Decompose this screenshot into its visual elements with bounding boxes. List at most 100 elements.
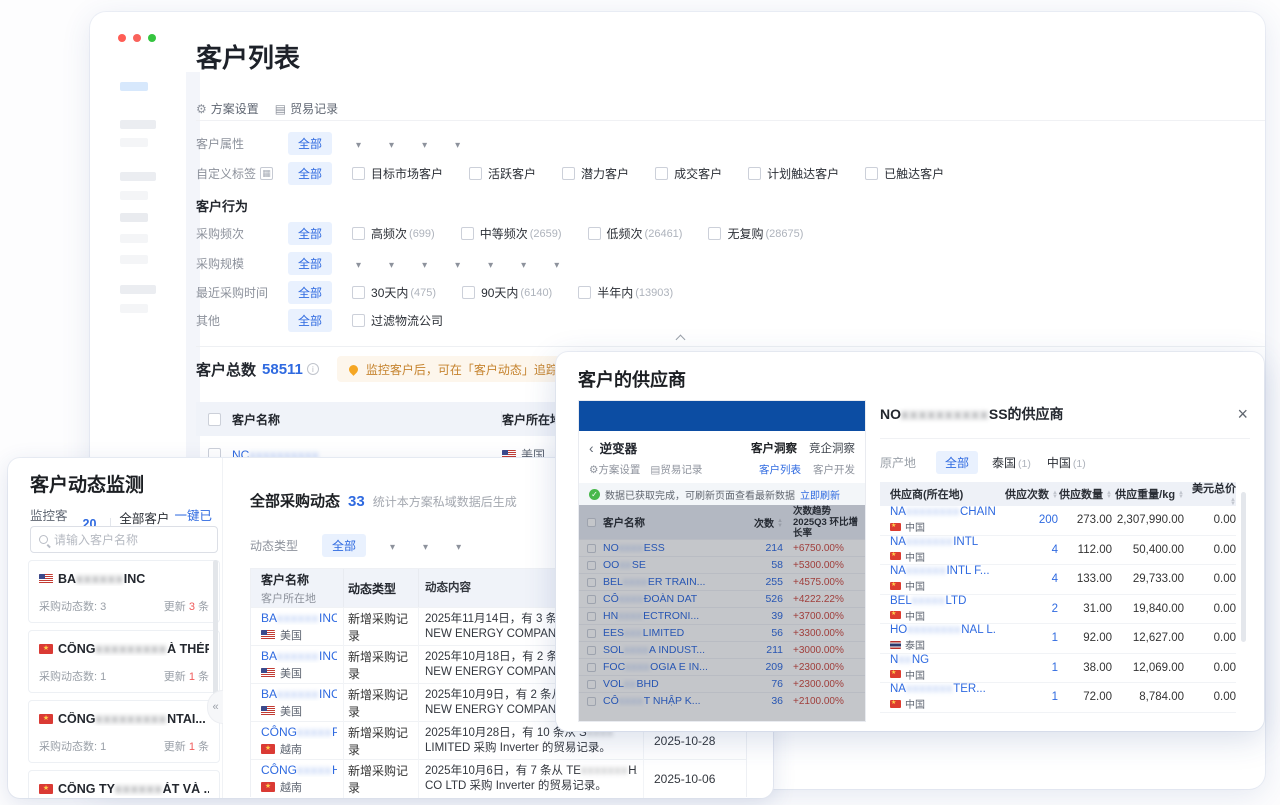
supply-times[interactable]: 4 bbox=[996, 573, 1058, 585]
customer-name-link[interactable]: CÔxxxxT NHẬP K... bbox=[603, 695, 737, 707]
checkbox-icon[interactable] bbox=[748, 167, 762, 180]
loyalty-dropdown[interactable] bbox=[352, 137, 361, 151]
inset-customer-row[interactable]: BELxxxxER TRAIN... 255 +4575.00% bbox=[579, 573, 865, 590]
customer-name-link[interactable]: BELxxxxER TRAIN... bbox=[603, 576, 737, 588]
tab-competitor-insight[interactable]: 竞企洞察 bbox=[809, 440, 855, 456]
supplier-table-row[interactable]: NAxxxxxxxTER... 中国 1 72.00 8,784.00 0.00 bbox=[880, 683, 1236, 713]
scale-dropdown[interactable] bbox=[385, 257, 394, 271]
minimize-window-icon[interactable] bbox=[133, 34, 141, 42]
inset-customer-row[interactable]: EESxxxLIMITED 56 +3300.00% bbox=[579, 624, 865, 641]
scale-dropdown[interactable] bbox=[451, 257, 460, 271]
refresh-now-link[interactable]: 立即刷新 bbox=[800, 487, 840, 502]
origin-tab[interactable]: 泰国 (1) bbox=[992, 454, 1031, 471]
supply-times[interactable]: 4 bbox=[996, 544, 1058, 556]
checkbox-icon[interactable] bbox=[655, 167, 669, 180]
close-window-icon[interactable] bbox=[118, 34, 126, 42]
scale-dropdown[interactable] bbox=[418, 257, 427, 271]
inset-customer-row[interactable]: CÔxxxxT NHẬP K... 36 +2100.00% bbox=[579, 692, 865, 709]
select-all-checkbox[interactable] bbox=[207, 412, 221, 426]
row-checkbox[interactable] bbox=[586, 628, 596, 638]
sidebar-item[interactable] bbox=[120, 213, 148, 222]
back-icon[interactable]: ‹ bbox=[589, 440, 594, 456]
loyalty-dropdown[interactable] bbox=[451, 137, 460, 151]
all-filter-pill[interactable]: 全部 bbox=[288, 252, 333, 275]
all-filter-pill[interactable]: 全部 bbox=[288, 132, 333, 155]
frequency-checkbox[interactable]: 高频次 (699) bbox=[352, 225, 435, 242]
trade-records-button[interactable]: ▤贸易记录 bbox=[650, 462, 702, 477]
customer-name-link[interactable]: HNxxxxECTRONI... bbox=[603, 610, 737, 622]
scale-dropdown[interactable] bbox=[517, 257, 526, 271]
checkbox-icon[interactable] bbox=[460, 227, 474, 240]
sidebar-item[interactable] bbox=[120, 255, 148, 264]
dynamics-table-row[interactable]: CÔNGxxxxxH C... 越南 新增采购记录 2025年10月6日，有 7… bbox=[251, 759, 746, 798]
subtab-customer-list[interactable]: 客户列表 bbox=[759, 462, 801, 477]
monitored-customer-card[interactable]: BA xxxxxx INC 采购动态数: 3 更新 3 条 bbox=[28, 560, 220, 623]
recent-checkbox[interactable]: 90天内 (6140) bbox=[462, 284, 552, 301]
all-filter-pill[interactable]: 全部 bbox=[288, 309, 333, 332]
checkbox-icon[interactable] bbox=[462, 286, 476, 299]
monitored-customer-card[interactable]: CÔNG TYxxxxxxÁT VÀ ... 采购动态数: 2 更新 2 条 bbox=[28, 770, 220, 798]
customer-name-link[interactable]: EESxxxLIMITED bbox=[603, 627, 737, 639]
supplier-name-link[interactable]: NAxxxxxxxxCHAIN bbox=[890, 506, 996, 518]
inset-customer-row[interactable]: FOCxxxxOGIA E IN... 209 +2300.00% bbox=[579, 658, 865, 675]
dynamics-type-dropdown[interactable] bbox=[419, 539, 428, 553]
customer-name-link[interactable]: BAxxxxxxINC bbox=[261, 649, 337, 663]
checkbox-icon[interactable] bbox=[587, 227, 601, 240]
origin-all-pill[interactable]: 全部 bbox=[936, 451, 979, 474]
customer-name-link[interactable]: SOLxxxxA INDUST... bbox=[603, 644, 737, 656]
sidebar-item[interactable] bbox=[120, 234, 148, 243]
monitored-customer-card[interactable]: CÔNGxxxxxxxxxÀ THÉP ... 采购动态数: 1 更新 1 条 bbox=[28, 630, 220, 693]
supplier-table-row[interactable]: HOxxxxxxxxNAL L... 泰国 1 92.00 12,627.00 … bbox=[880, 624, 1236, 654]
tag-checkbox[interactable]: 成交客户 bbox=[655, 165, 722, 182]
maximize-window-icon[interactable] bbox=[148, 34, 156, 42]
frequency-checkbox[interactable]: 中等频次 (2659) bbox=[460, 225, 562, 242]
other-checkbox[interactable]: 过滤物流公司 bbox=[352, 312, 443, 329]
supplier-name-link[interactable]: BELxxxxxLTD bbox=[890, 595, 966, 607]
close-icon[interactable]: × bbox=[1235, 405, 1250, 423]
checkbox-icon[interactable] bbox=[469, 167, 483, 180]
supply-times[interactable]: 1 bbox=[996, 632, 1058, 644]
info-icon[interactable]: i bbox=[306, 363, 319, 375]
tag-checkbox[interactable]: 潜力客户 bbox=[562, 165, 629, 182]
manage-tags-icon[interactable]: ▦ bbox=[260, 167, 274, 180]
row-checkbox[interactable] bbox=[586, 662, 596, 672]
supply-times[interactable]: 200 bbox=[996, 514, 1058, 526]
sidebar-item[interactable] bbox=[120, 172, 156, 181]
window-controls[interactable] bbox=[118, 34, 156, 42]
row-checkbox[interactable] bbox=[586, 645, 596, 655]
supplier-table-row[interactable]: BELxxxxxLTD 中国 2 31.00 19,840.00 0.00 bbox=[880, 595, 1236, 624]
supplier-name-link[interactable]: NAxxxxxxxINTL bbox=[890, 536, 978, 548]
all-filter-pill[interactable]: 全部 bbox=[288, 162, 333, 185]
collapse-filters-button[interactable] bbox=[652, 330, 708, 345]
checkbox-icon[interactable] bbox=[562, 167, 576, 180]
checkbox-icon[interactable] bbox=[578, 286, 592, 299]
inset-customer-row[interactable]: HNxxxxECTRONI... 39 +3700.00% bbox=[579, 607, 865, 624]
plan-settings-button[interactable]: ⚙方案设置 bbox=[589, 462, 640, 477]
customer-name-link[interactable]: BAxxxxxxINC bbox=[261, 611, 337, 625]
sidebar-item[interactable] bbox=[120, 191, 148, 200]
select-all-checkbox[interactable] bbox=[586, 517, 596, 527]
scale-dropdown[interactable] bbox=[352, 257, 361, 271]
dynamics-type-dropdown[interactable] bbox=[452, 539, 461, 553]
loyalty-dropdown[interactable] bbox=[418, 137, 427, 151]
customer-name-link[interactable]: CÔNGxxxxxPHÀ... bbox=[261, 725, 337, 739]
origin-tab[interactable]: 中国 (1) bbox=[1047, 454, 1086, 471]
inset-customer-row[interactable]: SOLxxxxA INDUST... 211 +3000.00% bbox=[579, 641, 865, 658]
tag-checkbox[interactable]: 活跃客户 bbox=[469, 165, 536, 182]
supplier-table-row[interactable]: NAxxxxxxINTL F... 中国 4 133.00 29,733.00 … bbox=[880, 565, 1236, 595]
supplier-table-row[interactable]: NAxxxxxxxxCHAIN 中国 200 273.00 2,307,990.… bbox=[880, 506, 1236, 536]
scale-dropdown[interactable] bbox=[484, 257, 493, 271]
loyalty-dropdown[interactable] bbox=[385, 137, 394, 151]
sidebar-item[interactable] bbox=[120, 138, 148, 147]
scale-dropdown[interactable] bbox=[550, 257, 559, 271]
row-checkbox[interactable] bbox=[586, 577, 596, 587]
customer-name-link[interactable]: CÔxxxxĐOÀN DAT bbox=[603, 593, 737, 605]
supplier-name-link[interactable]: HOxxxxxxxxNAL L... bbox=[890, 624, 996, 636]
checkbox-icon[interactable] bbox=[352, 314, 366, 327]
supplier-name-link[interactable]: NAxxxxxxxTER... bbox=[890, 683, 986, 695]
inset-customer-row[interactable]: NOxxxxESS 214 +6750.00% bbox=[579, 539, 865, 556]
supply-times[interactable]: 2 bbox=[996, 603, 1058, 615]
tag-checkbox[interactable]: 目标市场客户 bbox=[352, 165, 443, 182]
tab-customer-insight[interactable]: 客户洞察 bbox=[751, 440, 797, 456]
sidebar-item[interactable] bbox=[120, 304, 148, 313]
